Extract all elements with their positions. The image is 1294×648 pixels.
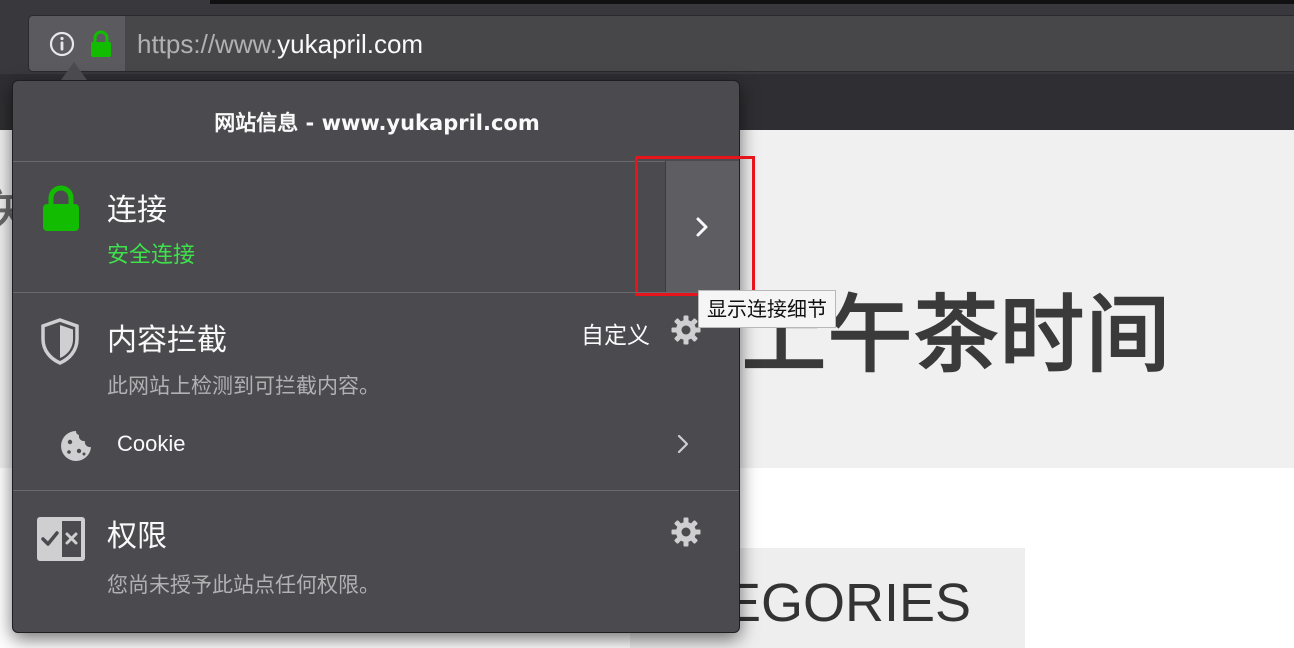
cookie-icon <box>61 431 91 461</box>
connection-title: 连接 <box>107 193 167 228</box>
cookie-item-label[interactable]: Cookie <box>117 431 185 457</box>
tab-strip-edge <box>210 0 1294 4</box>
url-prefix: https://www. <box>137 29 278 59</box>
connection-status: 安全连接 <box>107 243 196 268</box>
panel-title: 网站信息 - www.yukapril.com <box>214 111 540 135</box>
divider <box>13 292 739 293</box>
gear-icon[interactable] <box>670 516 702 548</box>
panel-arrow <box>61 62 87 80</box>
content-blocking-title: 内容拦截 <box>107 323 227 358</box>
connection-details-button[interactable] <box>665 161 739 292</box>
url-host: yukapril.com <box>277 29 424 59</box>
site-info-panel: 网站信息 - www.yukapril.com 连接 安全连接 内容拦截 自定义 <box>12 62 755 633</box>
url-bar[interactable]: https://www.yukapril.com <box>28 15 1294 72</box>
chevron-right-icon[interactable] <box>677 434 689 454</box>
tooltip: 显示连接细节 <box>698 290 836 328</box>
shield-icon <box>41 318 79 365</box>
permissions-title: 权限 <box>107 519 167 554</box>
chevron-right-icon <box>696 217 708 237</box>
info-icon[interactable] <box>49 31 75 57</box>
permissions-icon <box>37 517 85 561</box>
lock-icon <box>43 185 79 231</box>
permissions-description: 您尚未授予此站点任何权限。 <box>107 573 380 597</box>
page-hero-title: 上午茶时间 <box>742 286 1173 384</box>
url-text[interactable]: https://www.yukapril.com <box>137 29 423 60</box>
divider <box>13 490 739 491</box>
content-blocking-description: 此网站上检测到可拦截内容。 <box>107 374 380 398</box>
content-blocking-mode-label: 自定义 <box>581 323 650 349</box>
lock-icon[interactable] <box>89 30 113 58</box>
divider <box>13 161 739 162</box>
